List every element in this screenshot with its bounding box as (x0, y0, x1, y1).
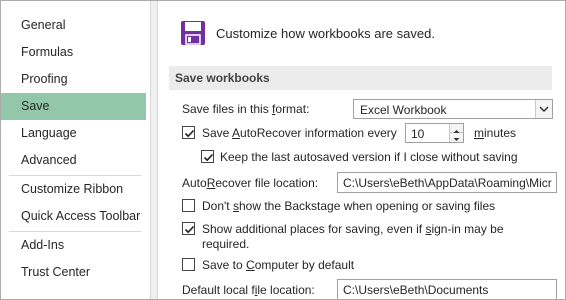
floppy-disk-icon (180, 20, 206, 46)
sidebar-item-quick-access-toolbar[interactable]: Quick Access Toolbar (1, 203, 146, 230)
sidebar-item-trust-center[interactable]: Trust Center (1, 259, 146, 286)
minutes-label: minutes (474, 126, 517, 140)
additional-places-label: Show additional places for saving, even … (202, 222, 504, 236)
save-options-panel: Customize how workbooks are saved. Save … (158, 1, 565, 299)
keep-last-autosaved-checkbox[interactable] (201, 150, 214, 163)
sidebar-item-add-ins[interactable]: Add-Ins (1, 232, 146, 259)
sidebar-item-proofing[interactable]: Proofing (1, 66, 146, 93)
spin-up-icon[interactable] (449, 124, 463, 133)
excel-options-save-page: General Formulas Proofing Save Language … (0, 0, 566, 300)
sidebar-divider (150, 1, 158, 299)
sidebar-item-save[interactable]: Save (1, 93, 146, 120)
save-format-value: Excel Workbook (360, 103, 447, 117)
autorecover-location-value: C:\Users\eBeth\AppData\Roaming\Micr (343, 176, 552, 190)
page-title: Customize how workbooks are saved. (216, 26, 435, 41)
save-format-dropdown[interactable]: Excel Workbook (353, 99, 553, 119)
backstage-checkbox[interactable] (182, 199, 195, 212)
autorecover-minutes-value: 10 (411, 127, 425, 141)
keep-last-autosaved-label: Keep the last autosaved version if I clo… (220, 150, 518, 164)
section-header: Save workbooks (169, 66, 552, 90)
save-to-computer-checkbox[interactable] (182, 258, 195, 271)
sidebar-item-language[interactable]: Language (1, 120, 146, 147)
autorecover-location-label: AutoRecover file location: (182, 176, 319, 190)
autorecover-minutes-stepper[interactable]: 10 (405, 123, 464, 143)
sidebar-item-formulas[interactable]: Formulas (1, 39, 146, 66)
default-location-value: C:\Users\eBeth\Documents (343, 283, 489, 297)
sidebar-item-advanced[interactable]: Advanced (1, 147, 146, 174)
autorecover-checkbox[interactable] (182, 126, 195, 139)
backstage-label: Don't show the Backstage when opening or… (202, 199, 496, 213)
default-location-label: Default local file location: (182, 283, 315, 297)
save-to-computer-label: Save to Computer by default (202, 258, 355, 272)
additional-places-checkbox[interactable] (182, 222, 195, 235)
section-title: Save workbooks (175, 71, 270, 85)
additional-places-label-line2: required. (202, 237, 250, 251)
autorecover-label: Save AutoRecover information every (202, 126, 397, 140)
autorecover-location-input[interactable]: C:\Users\eBeth\AppData\Roaming\Micr (337, 172, 557, 193)
options-sidebar: General Formulas Proofing Save Language … (1, 1, 151, 299)
chevron-down-icon[interactable] (535, 100, 552, 118)
spin-down-icon[interactable] (449, 133, 463, 142)
save-format-label: Save files in this format: (182, 102, 310, 116)
sidebar-item-general[interactable]: General (1, 12, 146, 39)
sidebar-item-customize-ribbon[interactable]: Customize Ribbon (1, 176, 146, 203)
default-location-input[interactable]: C:\Users\eBeth\Documents (337, 279, 557, 299)
